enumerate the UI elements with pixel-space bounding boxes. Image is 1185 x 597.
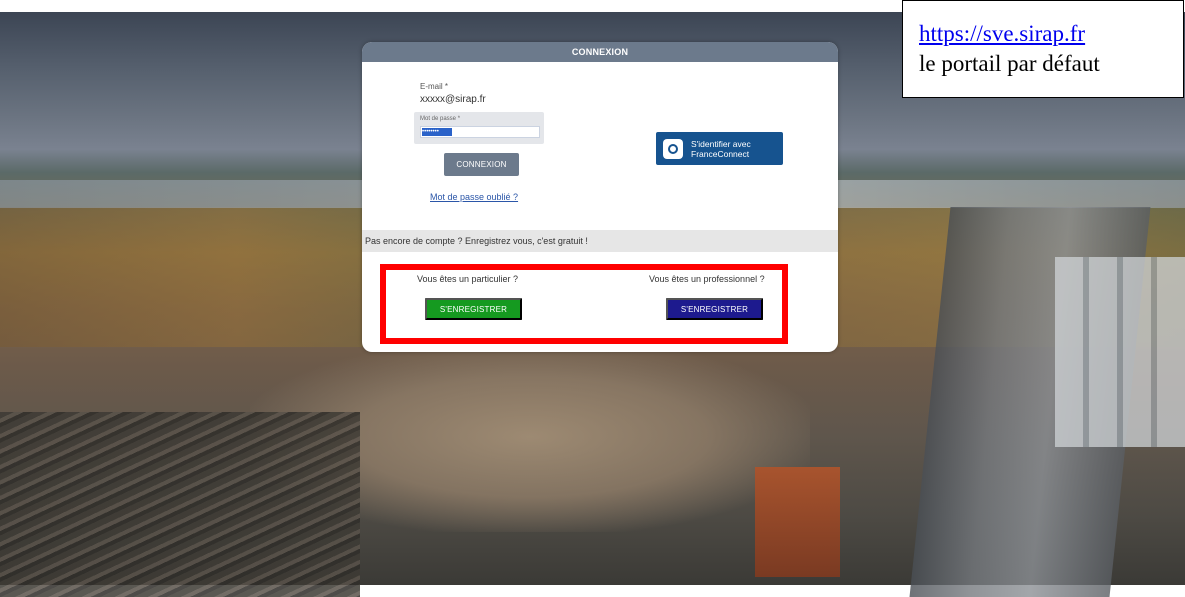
password-label: Mot de passe *	[420, 116, 461, 122]
login-button[interactable]: CONNEXION	[444, 153, 519, 176]
password-field-group: Mot de passe * ••••••••	[414, 112, 544, 144]
franceconnect-button[interactable]: S'identifier avec FranceConnect	[656, 132, 783, 165]
franceconnect-label: S'identifier avec FranceConnect	[691, 138, 751, 159]
background-railway	[0, 412, 360, 597]
red-highlight-box	[380, 264, 788, 344]
email-field[interactable]: xxxxx@sirap.fr	[420, 94, 486, 105]
forgot-password-link[interactable]: Mot de passe oublié ?	[430, 192, 518, 202]
email-label: E-mail *	[420, 82, 449, 91]
url-callout: https://sve.sirap.fr le portail par défa…	[902, 0, 1184, 98]
login-card-header: CONNEXION	[362, 42, 838, 62]
background-apartment-blocks	[1055, 257, 1185, 447]
password-selection: ••••••••	[422, 128, 452, 136]
password-input[interactable]: ••••••••	[420, 126, 540, 138]
franceconnect-logo-icon	[663, 138, 683, 159]
portal-description: le portail par défaut	[919, 51, 1100, 76]
register-prompt: Pas encore de compte ? Enregistrez vous,…	[362, 230, 838, 252]
portal-url-link[interactable]: https://sve.sirap.fr	[919, 19, 1183, 49]
background-building	[755, 467, 840, 577]
